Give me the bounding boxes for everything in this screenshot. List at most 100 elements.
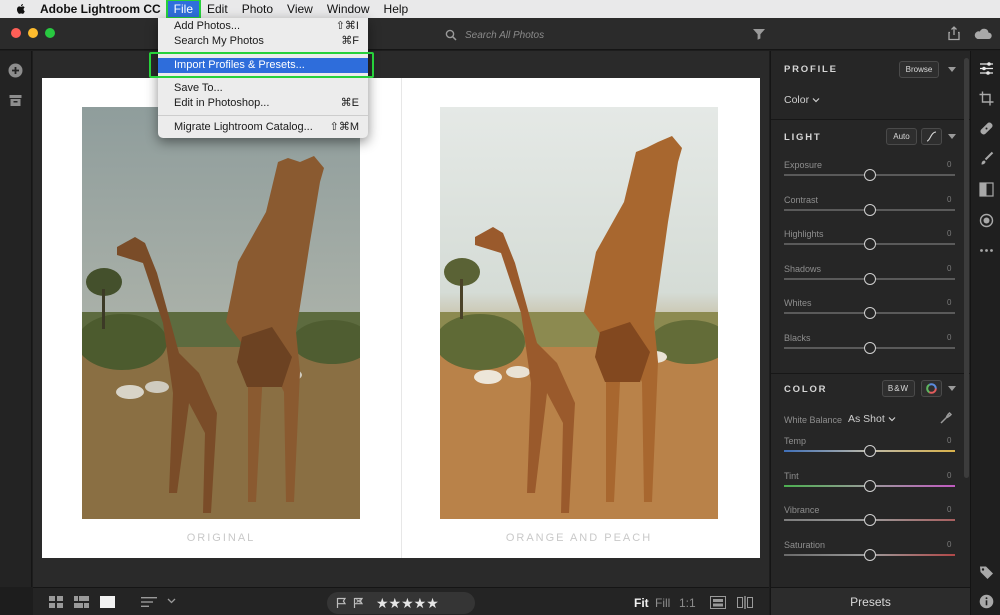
color-section-title[interactable]: COLOR bbox=[784, 384, 827, 395]
saturation-slider-thumb[interactable] bbox=[863, 548, 876, 561]
menu-view[interactable]: View bbox=[280, 0, 320, 18]
contrast-slider-thumb[interactable] bbox=[863, 203, 876, 216]
vibrance-slider-thumb[interactable] bbox=[863, 514, 876, 527]
keywords-tag-icon[interactable] bbox=[979, 565, 994, 580]
sort-icon[interactable] bbox=[141, 596, 157, 608]
menu-item-edit-in-photoshop[interactable]: Edit in Photoshop... ⌘E bbox=[158, 96, 368, 111]
light-collapse-icon[interactable] bbox=[948, 134, 956, 139]
white-balance-dropdown[interactable]: As Shot bbox=[848, 413, 896, 425]
pick-flag-icon[interactable] bbox=[336, 597, 347, 609]
split-view-icon[interactable] bbox=[737, 596, 753, 609]
whites-value[interactable]: 0 bbox=[947, 298, 951, 307]
profile-section-title[interactable]: PROFILE bbox=[784, 64, 838, 75]
filter-icon[interactable] bbox=[750, 25, 768, 43]
zoom-fit[interactable]: Fit bbox=[634, 596, 649, 610]
minimize-window-button[interactable] bbox=[28, 28, 38, 38]
photo-grid-icon[interactable] bbox=[74, 596, 89, 608]
menu-item-save-to[interactable]: Save To... bbox=[158, 81, 368, 96]
sort-chevron-icon[interactable] bbox=[167, 598, 176, 604]
highlights-value[interactable]: 0 bbox=[947, 229, 951, 238]
color-collapse-icon[interactable] bbox=[948, 386, 956, 391]
profile-collapse-icon[interactable] bbox=[948, 67, 956, 72]
color-wheel-icon bbox=[926, 383, 937, 394]
more-options-icon[interactable] bbox=[979, 243, 994, 258]
edited-photo[interactable] bbox=[440, 107, 718, 519]
linear-gradient-icon[interactable] bbox=[979, 182, 994, 197]
menu-help[interactable]: Help bbox=[377, 0, 416, 18]
panel-scrollbar[interactable] bbox=[964, 58, 969, 478]
menu-file[interactable]: File bbox=[165, 0, 202, 19]
temp-slider-thumb[interactable] bbox=[863, 445, 876, 457]
temp-value[interactable]: 0 bbox=[947, 436, 951, 445]
star-rating[interactable]: ★★★★★ bbox=[376, 595, 439, 612]
zoom-fill[interactable]: Fill bbox=[655, 596, 670, 610]
brush-icon[interactable] bbox=[979, 151, 994, 166]
original-caption: ORIGINAL bbox=[186, 532, 256, 544]
before-after-compare-icon[interactable] bbox=[710, 596, 726, 609]
mac-menubar: Adobe Lightroom CC File Edit Photo View … bbox=[0, 0, 1000, 19]
exposure-slider-thumb[interactable] bbox=[863, 169, 876, 181]
blacks-value[interactable]: 0 bbox=[947, 333, 951, 342]
cloud-icon[interactable] bbox=[972, 25, 994, 43]
shadows-slider-thumb[interactable] bbox=[863, 272, 876, 285]
tint-slider-thumb[interactable] bbox=[863, 479, 876, 492]
apple-icon[interactable] bbox=[14, 2, 28, 16]
whites-label: Whites bbox=[784, 298, 812, 309]
healing-brush-icon[interactable] bbox=[979, 121, 994, 136]
before-after-divider[interactable] bbox=[401, 78, 402, 558]
square-grid-icon[interactable] bbox=[49, 596, 63, 608]
browse-profiles-button[interactable]: Browse bbox=[899, 61, 939, 78]
menu-item-label: Save To... bbox=[174, 82, 223, 94]
library-icon[interactable] bbox=[8, 93, 23, 108]
close-window-button[interactable] bbox=[11, 28, 21, 38]
radial-gradient-icon[interactable] bbox=[979, 213, 994, 228]
blacks-slider-thumb[interactable] bbox=[863, 342, 876, 354]
menu-item-migrate-catalog[interactable]: Migrate Lightroom Catalog... ⇧⌘M bbox=[158, 120, 368, 135]
title-bar: Search All Photos bbox=[0, 18, 1000, 50]
tone-curve-button[interactable] bbox=[921, 128, 942, 145]
app-name[interactable]: Adobe Lightroom CC bbox=[40, 2, 161, 16]
reject-flag-icon[interactable] bbox=[353, 597, 364, 609]
saturation-value[interactable]: 0 bbox=[947, 540, 951, 549]
vibrance-value[interactable]: 0 bbox=[947, 505, 951, 514]
menu-item-shortcut: ⌘E bbox=[340, 97, 359, 109]
zoom-1to1[interactable]: 1:1 bbox=[679, 596, 696, 610]
shadows-value[interactable]: 0 bbox=[947, 264, 951, 273]
original-photo[interactable] bbox=[82, 107, 360, 519]
menu-window[interactable]: Window bbox=[320, 0, 377, 18]
menu-edit[interactable]: Edit bbox=[200, 0, 235, 18]
bottom-toolbar: ★★★★★ Fit Fill 1:1 bbox=[33, 587, 769, 615]
menu-item-add-photos[interactable]: Add Photos... ⇧⌘I bbox=[158, 19, 368, 34]
info-icon[interactable] bbox=[979, 594, 994, 609]
menu-item-search-my-photos[interactable]: Search My Photos ⌘F bbox=[158, 34, 368, 49]
photo-canvas: ORIGINAL ORANGE AND PEACH bbox=[33, 51, 769, 587]
color-mixer-button[interactable] bbox=[921, 380, 942, 397]
profile-dropdown[interactable]: Color bbox=[784, 94, 820, 106]
zoom-window-button[interactable] bbox=[45, 28, 55, 38]
black-white-button[interactable]: B&W bbox=[882, 380, 915, 397]
left-rail bbox=[0, 51, 32, 587]
section-divider bbox=[771, 119, 971, 120]
exposure-value[interactable]: 0 bbox=[947, 160, 951, 169]
white-balance-value: As Shot bbox=[848, 413, 885, 425]
light-section-title[interactable]: LIGHT bbox=[784, 132, 822, 143]
auto-light-button[interactable]: Auto bbox=[886, 128, 917, 145]
search-box[interactable]: Search All Photos bbox=[445, 26, 645, 44]
contrast-label: Contrast bbox=[784, 194, 819, 205]
edit-sliders-icon[interactable] bbox=[979, 61, 994, 76]
detail-view-icon[interactable] bbox=[100, 596, 115, 608]
menu-item-shortcut: ⌘F bbox=[341, 35, 359, 47]
menu-photo[interactable]: Photo bbox=[235, 0, 280, 18]
tint-value[interactable]: 0 bbox=[947, 471, 951, 480]
whites-slider-thumb[interactable] bbox=[863, 307, 876, 320]
eyedropper-icon[interactable] bbox=[939, 411, 953, 425]
crop-icon[interactable] bbox=[979, 91, 994, 106]
add-photos-icon[interactable] bbox=[8, 63, 23, 78]
search-placeholder: Search All Photos bbox=[465, 29, 545, 41]
share-icon[interactable] bbox=[945, 25, 963, 43]
presets-button[interactable]: Presets bbox=[770, 587, 970, 615]
contrast-value[interactable]: 0 bbox=[947, 195, 951, 204]
highlights-slider-thumb[interactable] bbox=[863, 238, 876, 251]
exposure-label: Exposure bbox=[784, 160, 823, 170]
section-divider bbox=[771, 373, 971, 374]
